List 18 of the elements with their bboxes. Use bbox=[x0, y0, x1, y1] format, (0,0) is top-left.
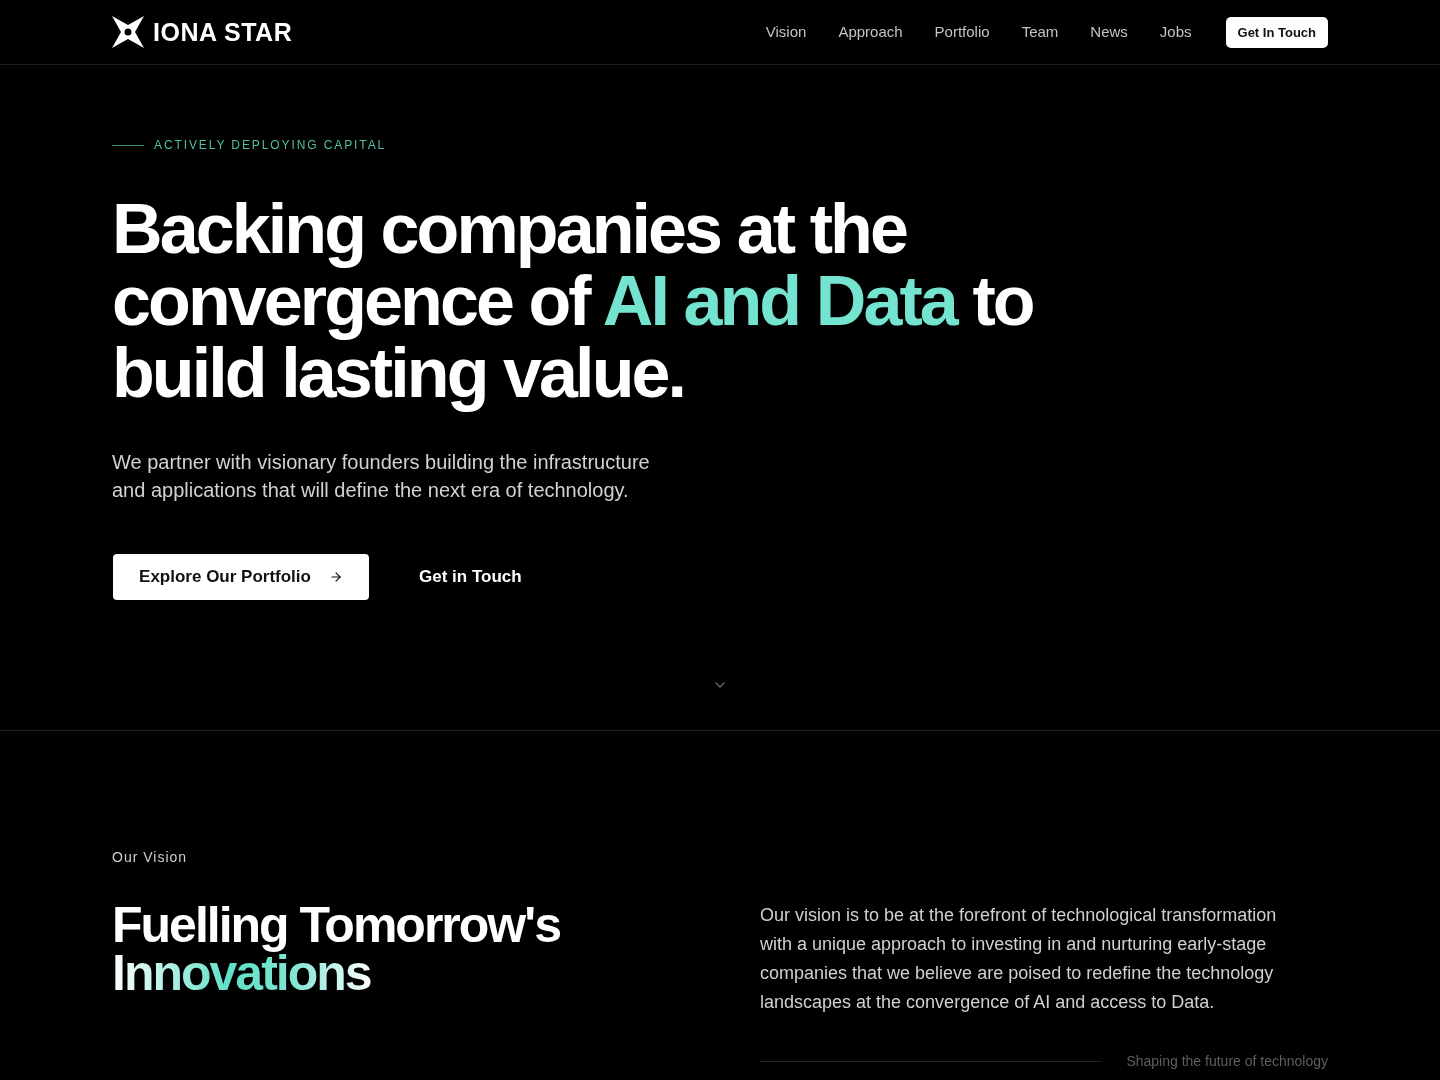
star-logo-icon bbox=[112, 16, 144, 48]
eyebrow-label: ACTIVELY DEPLOYING CAPITAL bbox=[154, 137, 387, 153]
portfolio-button[interactable]: Explore Our Portfolio bbox=[113, 554, 369, 600]
section-title: Fuelling Tomorrow's Innovations bbox=[112, 901, 561, 997]
nav-link[interactable]: Team bbox=[1021, 22, 1059, 42]
nav-link[interactable]: News bbox=[1090, 22, 1128, 42]
hero-description: We partner with visionary founders building the infrastructure and applications that will define the next era of technology. bbox=[112, 450, 651, 503]
section-label: Our Vision bbox=[112, 849, 188, 865]
brand-name[interactable]: IONA STAR bbox=[153, 19, 293, 45]
nav-link[interactable]: Portfolio bbox=[934, 22, 990, 42]
nav-link[interactable]: Vision bbox=[765, 22, 807, 42]
nav-link[interactable]: Jobs bbox=[1159, 22, 1192, 42]
contact-button[interactable]: Get In Touch bbox=[1225, 16, 1328, 48]
contact-link[interactable]: Get in Touch bbox=[419, 566, 522, 588]
vision-text: Our vision is to be at the forefront of technological transformation with a unique approach to investing in and nurturing early-stage companies that we believe are poised to redefine the technology landscapes at the convergence of AI and access to Data. bbox=[760, 904, 1278, 1014]
nav-link[interactable]: Approach bbox=[838, 22, 903, 42]
caption-text: Shaping the future of technology bbox=[1126, 1052, 1328, 1071]
arrow-right-icon bbox=[328, 570, 343, 584]
